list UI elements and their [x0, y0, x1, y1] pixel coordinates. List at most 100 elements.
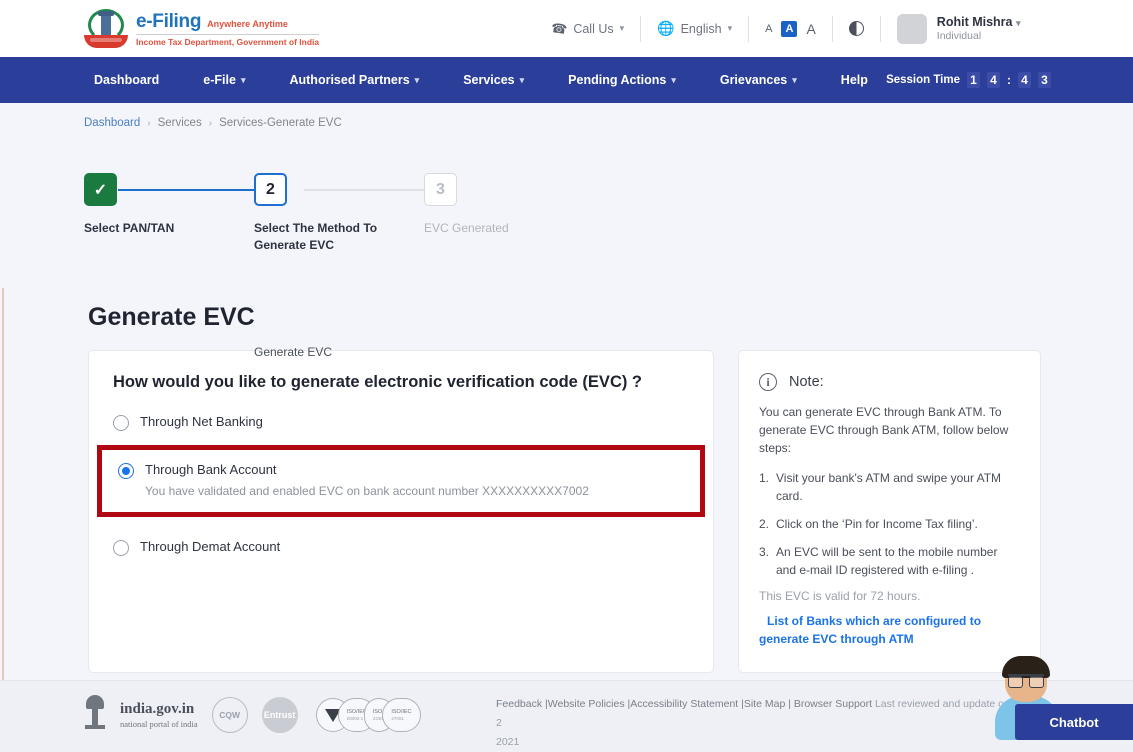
entrust-badge-icon: Entrust — [261, 697, 298, 733]
page-content: Dashboard › Services › Services-Generate… — [0, 103, 1133, 751]
note-intro: You can generate EVC through Bank ATM. T… — [759, 405, 1009, 455]
nav-label: Pending Actions — [568, 73, 667, 87]
iso-badge-3: ISO/IEC 27001 — [382, 698, 421, 732]
chevron-down-icon: ▾ — [727, 23, 733, 33]
note-step-2: 2. Click on the ‘Pin for Income Tax fili… — [759, 515, 1020, 533]
font-increase-button[interactable]: A — [806, 21, 815, 37]
note-title: Note: — [789, 374, 824, 390]
nav-label: Grievances — [719, 73, 788, 87]
nav-label: Authorised Partners — [289, 73, 410, 87]
nav-item-authorised-partners[interactable]: Authorised Partners ▾ — [267, 73, 441, 87]
national-emblem-icon — [84, 695, 106, 735]
note-validity: This EVC is valid for 72 hours. — [759, 589, 921, 603]
india-gov-title: india.gov.in — [120, 701, 195, 717]
radio-bank-account[interactable] — [118, 463, 134, 479]
breadcrumb-separator-icon: › — [147, 117, 151, 129]
footer-badges: india.gov.in national portal of india CQ… — [84, 695, 421, 735]
breadcrumb-item-current: Services-Generate EVC — [219, 117, 342, 129]
chatbot-widget[interactable]: Chatbot — [977, 654, 1133, 740]
session-digit-4: 3 — [1038, 72, 1051, 88]
font-size-controls: A A A — [749, 20, 832, 37]
india-gov-portal[interactable]: india.gov.in national portal of india — [120, 701, 198, 729]
note-step-1-number: 1. — [759, 471, 770, 485]
option-net-banking-label: Through Net Banking — [140, 414, 263, 429]
radio-demat-account[interactable] — [113, 540, 129, 556]
page-title: Generate EVC — [88, 303, 255, 331]
stepper-step-2-number: 2 — [254, 173, 287, 206]
font-decrease-button[interactable]: A — [765, 23, 772, 35]
nav-item-efile[interactable]: e-File ▾ — [181, 73, 267, 87]
header-tools: ☎ Call Us ▾ 🌐 English ▾ A A A Rohit Mish… — [535, 13, 1021, 44]
nav-item-services[interactable]: Services ▾ — [441, 73, 546, 87]
iso-certification-badges: ISO/IEC 20000-1 ISO 22301 ISO/IEC 27001 — [315, 698, 421, 732]
chevron-down-icon: ▾ — [619, 23, 625, 33]
note-card: i Note: You can generate EVC through Ban… — [738, 350, 1041, 673]
iso-badge-3-number: 27001 — [391, 715, 404, 721]
nav-item-dashboard[interactable]: Dashboard — [72, 73, 181, 87]
contrast-toggle[interactable] — [833, 21, 880, 36]
stepper-step-1[interactable]: ✓ Select PAN/TAN — [84, 173, 234, 237]
session-digit-1: 1 — [967, 72, 980, 88]
breadcrumb-item-dashboard[interactable]: Dashboard — [84, 117, 140, 129]
nav-label: Dashboard — [94, 73, 160, 87]
note-step-2-text: Click on the ‘Pin for Income Tax filing’… — [776, 517, 978, 531]
income-tax-department-emblem-icon — [84, 7, 128, 51]
chevron-down-icon: ▾ — [414, 74, 420, 85]
session-digit-2: 4 — [987, 72, 1000, 88]
brand-subtitle: Income Tax Department, Government of Ind… — [136, 33, 320, 47]
option-net-banking[interactable]: Through Net Banking — [113, 414, 689, 431]
note-header: i Note: — [759, 373, 1020, 391]
note-step-1: 1. Visit your bank's ATM and swipe your … — [759, 469, 1020, 505]
chatbot-button[interactable]: Chatbot — [1015, 704, 1133, 740]
nav-label: Help — [840, 73, 868, 87]
footer-year: 2021 — [496, 736, 520, 748]
contrast-icon — [848, 21, 864, 36]
chevron-down-icon: ▾ — [519, 74, 525, 85]
language-label: English — [680, 21, 722, 36]
user-name: Rohit Mishra — [936, 15, 1013, 29]
avatar — [896, 13, 927, 44]
bank-list-link[interactable]: List of Banks which are configured to ge… — [759, 612, 1020, 648]
brand-tagline: Anywhere Anytime — [207, 18, 288, 29]
session-colon: : — [1007, 73, 1011, 87]
brand-title: e-Filing — [136, 10, 202, 32]
stepper-substep-label: Generate EVC — [254, 345, 333, 359]
evc-method-card: How would you like to generate electroni… — [88, 350, 714, 673]
stepper-step-1-label: Select PAN/TAN — [84, 221, 175, 235]
option-demat-account[interactable]: Through Demat Account — [113, 539, 689, 556]
stepper-step-2[interactable]: 2 Select The Method To Generate EVC — [254, 173, 404, 254]
chevron-down-icon: ▾ — [1015, 18, 1021, 28]
session-timer: Session Time 1 4 : 4 3 — [886, 72, 1051, 88]
brand-logo[interactable]: e-Filing Anywhere Anytime Income Tax Dep… — [84, 7, 320, 51]
globe-icon: 🌐 — [657, 20, 675, 36]
user-role: Individual — [936, 30, 982, 42]
radio-net-banking[interactable] — [113, 415, 129, 431]
chevron-down-icon: ▾ — [792, 74, 797, 85]
footer-links-row: Feedback |Website Policies |Accessibilit… — [496, 695, 1016, 733]
option-bank-account-label: Through Bank Account — [145, 462, 277, 477]
top-header: e-Filing Anywhere Anytime Income Tax Dep… — [0, 0, 1133, 57]
language-menu[interactable]: 🌐 English ▾ — [641, 20, 748, 37]
note-step-1-text: Visit your bank's ATM and swipe your ATM… — [776, 471, 1002, 503]
call-us-menu[interactable]: ☎ Call Us ▾ — [535, 19, 640, 36]
session-time-label: Session Time — [886, 74, 960, 86]
option-demat-account-label: Through Demat Account — [140, 539, 281, 554]
footer-links-area: Feedback |Website Policies |Accessibilit… — [496, 695, 1016, 752]
nav-item-grievances[interactable]: Grievances ▾ — [698, 73, 819, 87]
stepper-step-3-number: 3 — [424, 173, 457, 206]
font-normal-button[interactable]: A — [781, 20, 798, 37]
chevron-down-icon: ▾ — [240, 74, 246, 85]
stepper-step-3-label: EVC Generated — [424, 221, 509, 235]
note-steps-list: 1. Visit your bank's ATM and swipe your … — [759, 469, 1020, 579]
option-bank-account[interactable]: Through Bank Account You have validated … — [118, 462, 684, 498]
content-cards: How would you like to generate electroni… — [88, 350, 1133, 673]
progress-stepper: ✓ Select PAN/TAN 2 Select The Method To … — [84, 173, 604, 359]
breadcrumb-item-services[interactable]: Services — [158, 117, 202, 129]
footer-links[interactable]: Feedback |Website Policies |Accessibilit… — [496, 698, 872, 710]
stepper-check-icon: ✓ — [84, 173, 117, 206]
user-profile-menu[interactable]: Rohit Mishra ▾ Individual — [881, 13, 1021, 44]
india-gov-subtitle: national portal of india — [120, 719, 198, 729]
nav-item-help[interactable]: Help — [819, 73, 890, 87]
cqw-badge-icon: CQW — [211, 697, 248, 733]
nav-item-pending-actions[interactable]: Pending Actions ▾ — [546, 73, 698, 87]
